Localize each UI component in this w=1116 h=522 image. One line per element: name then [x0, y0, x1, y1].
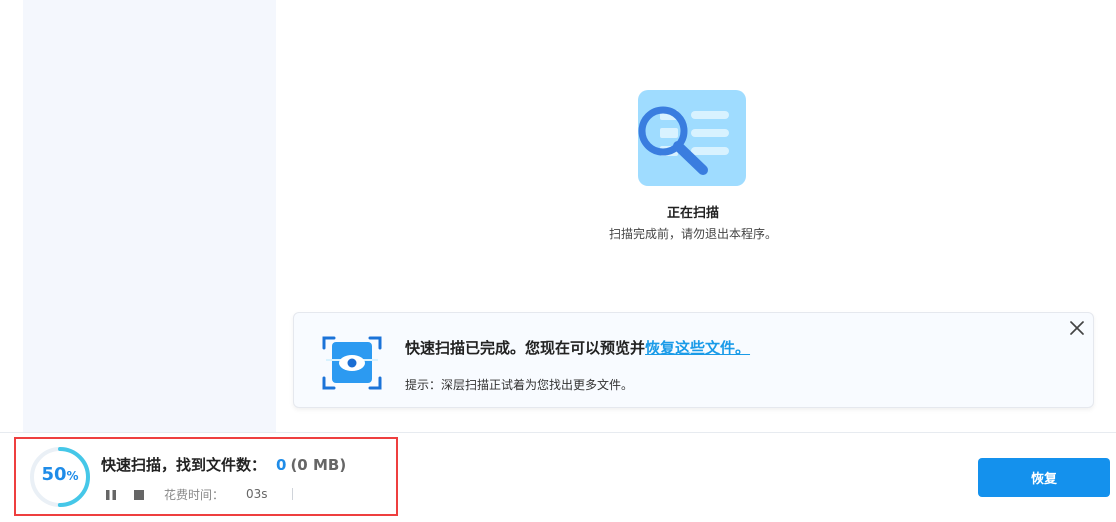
- scan-status-title: 正在扫描: [666, 206, 719, 221]
- found-file-count: 0: [276, 456, 287, 474]
- progress-percent: 50%: [28, 465, 92, 486]
- bottom-bar-divider: [0, 432, 1116, 433]
- eye-scan-icon: [321, 332, 383, 394]
- scan-summary-label: 快速扫描，找到文件数：: [101, 456, 267, 474]
- recover-files-link[interactable]: 恢复这些文件。: [645, 339, 750, 357]
- found-file-size: (0 MB): [290, 456, 347, 474]
- pause-icon[interactable]: [104, 487, 118, 501]
- progress-unit: %: [66, 469, 79, 483]
- timer-separator: [291, 488, 293, 500]
- progress-value: 50: [41, 464, 67, 485]
- notice-title: 快速扫描已完成。您现在可以预览并恢复这些文件。: [405, 337, 750, 358]
- recovery-scan-screen: 正在扫描 扫描完成前，请勿退出本程序。 快速扫描已完成。您现在可以预览并恢复这些…: [0, 0, 1116, 522]
- left-sidebar-panel: [23, 0, 276, 432]
- stop-icon[interactable]: [132, 487, 146, 501]
- elapsed-time-value: 03s: [246, 487, 268, 501]
- elapsed-time-label: 花费时间：: [164, 487, 225, 502]
- scan-summary: 快速扫描，找到文件数： 0 (0 MB): [101, 454, 346, 475]
- scan-magnifier-icon: [638, 88, 748, 188]
- close-icon[interactable]: [1068, 319, 1086, 337]
- recover-button[interactable]: 恢复: [978, 458, 1110, 497]
- deep-scan-hint: 提示：深层扫描正试着为您找出更多文件。: [405, 378, 634, 392]
- scan-status-panel: 正在扫描 扫描完成前，请勿退出本程序。: [560, 88, 826, 241]
- scan-status-subtitle: 扫描完成前，请勿退出本程序。: [608, 227, 777, 241]
- scan-controls: 花费时间： 03s: [104, 486, 293, 502]
- quick-scan-notice-card: 快速扫描已完成。您现在可以预览并恢复这些文件。 提示：深层扫描正试着为您找出更多…: [293, 312, 1094, 408]
- notice-title-text: 快速扫描已完成。您现在可以预览并: [405, 339, 646, 357]
